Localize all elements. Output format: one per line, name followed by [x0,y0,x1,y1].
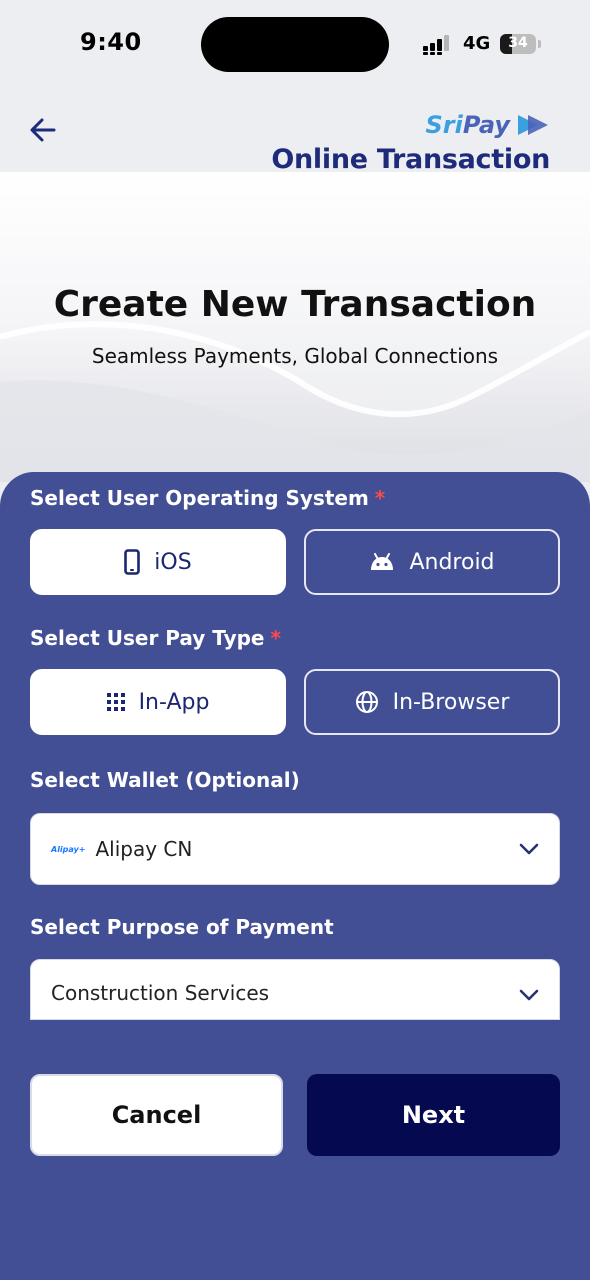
pay-type-option-in-browser[interactable]: In-Browser [304,669,560,735]
required-mark: * [374,486,386,510]
hero-title: Create New Transaction [53,284,537,325]
battery-tip [538,40,541,48]
status-bar: 9:40 4G 34 [0,0,590,90]
required-mark: * [270,626,281,650]
wallet-select[interactable]: Alipay+ Alipay CN [30,813,560,885]
next-button[interactable]: Next [307,1074,560,1156]
network-type: 4G [463,33,491,54]
os-option-android-label: Android [409,549,495,575]
globe-icon [355,691,378,713]
battery-icon: 34 [500,34,536,54]
page-title: Online Transaction [271,144,550,175]
logo-text-pay: Pay [462,111,510,139]
cellular-signal-icon [423,35,449,55]
purpose-select[interactable]: Construction Services [30,959,560,1020]
os-option-ios-label: iOS [154,549,192,575]
chevron-down-icon [519,989,539,1001]
pay-type-option-in-app[interactable]: In-App [30,669,286,735]
wallet-select-value: Alipay CN [95,837,193,861]
dynamic-island [201,17,389,72]
chevron-down-icon [519,843,539,855]
pay-type-label: Select User Pay Type * [30,626,281,650]
grid-icon [106,693,125,711]
purpose-label: Select Purpose of Payment [30,915,334,939]
sripay-logo: SriPay [425,108,550,142]
pay-type-in-app-label: In-App [138,689,210,715]
pay-type-in-browser-label: In-Browser [392,689,510,715]
logo-text-sri: Sri [425,111,463,139]
hero-wave-background [0,172,590,482]
status-time: 9:40 [80,28,142,56]
alipay-logo: Alipay+ [51,844,86,854]
back-arrow-icon[interactable] [28,114,58,146]
smartphone-icon [124,549,141,575]
cancel-button[interactable]: Cancel [30,1074,283,1156]
os-label: Select User Operating System * [30,486,386,510]
os-option-android[interactable]: Android [304,529,560,595]
hero-subtitle: Seamless Payments, Global Connections [91,344,499,368]
os-option-ios[interactable]: iOS [30,529,286,595]
battery-level: 34 [508,35,528,51]
logo-arrow-icon [518,115,548,135]
hero-banner: Create New Transaction Seamless Payments… [0,172,590,482]
android-icon [371,553,394,570]
purpose-select-value: Construction Services [51,981,270,1005]
wallet-label: Select Wallet (Optional) [30,768,300,792]
